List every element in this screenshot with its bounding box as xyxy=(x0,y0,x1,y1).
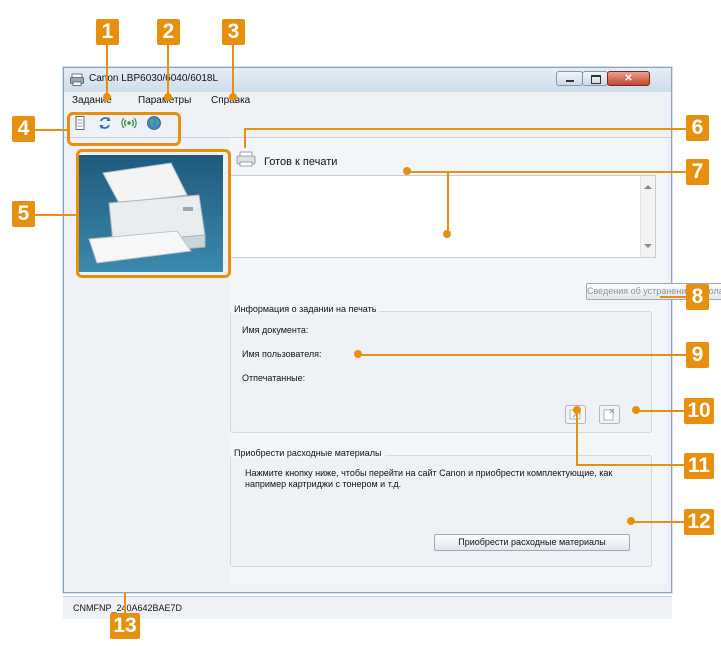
callout-13: 13 xyxy=(110,613,140,639)
scroll-up-arrow[interactable] xyxy=(644,185,652,189)
cancel-job-button[interactable] xyxy=(599,405,620,424)
printer-status-icon xyxy=(236,151,256,167)
callout-11-dot xyxy=(573,406,581,414)
callout-7-vline xyxy=(447,171,449,230)
callout-2: 2 xyxy=(157,19,180,45)
menu-bar: Задание Параметры Справка xyxy=(64,93,671,111)
status-message-box xyxy=(230,175,656,258)
callout-12: 12 xyxy=(684,509,714,535)
callout-1: 1 xyxy=(96,19,119,45)
callout-6-vline xyxy=(244,128,246,148)
printed-pages-label: Отпечатанные: xyxy=(242,373,306,383)
print-job-info-title: Информация о задании на печать xyxy=(231,304,380,314)
printer-status-window: Canon LBP6030/6040/6018L Задание Парамет… xyxy=(63,67,721,593)
printer-image xyxy=(79,155,223,272)
callout-11-vline xyxy=(576,410,578,465)
purchase-supplies-group: Приобрести расходные материалы Нажмите к… xyxy=(230,448,652,567)
device-name: CNMFNP_240A642BAE7D xyxy=(73,603,183,613)
callout-3-dot xyxy=(229,93,237,101)
status-bar: CNMFNP_240A642BAE7D xyxy=(63,596,672,619)
callout-3: 3 xyxy=(222,19,245,45)
minimize-button[interactable] xyxy=(556,71,583,86)
globe-icon[interactable] xyxy=(146,115,162,131)
callout-3-line xyxy=(232,45,234,96)
callout-11: 11 xyxy=(684,453,714,479)
purchase-supplies-description: Нажмите кнопку ниже, чтобы перейти на са… xyxy=(245,468,613,489)
callout-4: 4 xyxy=(12,116,35,142)
window-title: Canon LBP6030/6040/6018L xyxy=(89,73,219,84)
callout-1-line xyxy=(106,45,108,96)
message-scrollbar[interactable] xyxy=(640,176,655,257)
scroll-down-arrow[interactable] xyxy=(644,244,652,248)
close-button[interactable] xyxy=(607,71,650,86)
callout-9-line xyxy=(359,354,686,356)
callout-6: 6 xyxy=(686,115,709,141)
purchase-supplies-title: Приобрести расходные материалы xyxy=(231,448,385,458)
callout-7-line xyxy=(408,171,686,173)
callout-7-dot xyxy=(403,167,411,175)
callout-8-line xyxy=(660,296,686,298)
callout-2-dot xyxy=(164,93,172,101)
toolbar xyxy=(64,111,671,138)
job-list-icon[interactable] xyxy=(72,115,88,131)
callout-11-line xyxy=(576,464,684,466)
callout-6-line xyxy=(244,128,686,130)
callout-5: 5 xyxy=(12,201,35,227)
title-bar[interactable]: Canon LBP6030/6040/6018L xyxy=(64,68,671,92)
callout-9: 9 xyxy=(686,342,709,368)
callout-2-line xyxy=(167,45,169,96)
callout-12-dot xyxy=(627,517,635,525)
purchase-supplies-button[interactable]: Приобрести расходные материалы xyxy=(434,534,630,551)
callout-13-line xyxy=(124,593,126,613)
callout-9-dot xyxy=(354,350,362,358)
callout-1-dot xyxy=(103,93,111,101)
callout-10: 10 xyxy=(684,398,714,424)
document-name-label: Имя документа: xyxy=(242,325,309,335)
print-job-info-group: Информация о задании на печать Имя докум… xyxy=(230,304,652,433)
callout-10-line xyxy=(636,410,684,412)
callout-10-dot xyxy=(632,406,640,414)
wireless-icon[interactable] xyxy=(121,115,137,131)
printer-status-text: Готов к печати xyxy=(264,156,338,168)
maximize-button[interactable] xyxy=(582,71,608,86)
callout-12-line xyxy=(632,521,684,523)
callout-5-line xyxy=(35,214,79,216)
callout-7: 7 xyxy=(686,159,709,185)
callout-7-dot2 xyxy=(443,230,451,238)
refresh-icon[interactable] xyxy=(97,115,113,131)
user-name-label: Имя пользователя: xyxy=(242,349,322,359)
printer-app-icon xyxy=(70,73,84,86)
callout-8: 8 xyxy=(686,284,709,310)
callout-4-line xyxy=(35,129,67,131)
